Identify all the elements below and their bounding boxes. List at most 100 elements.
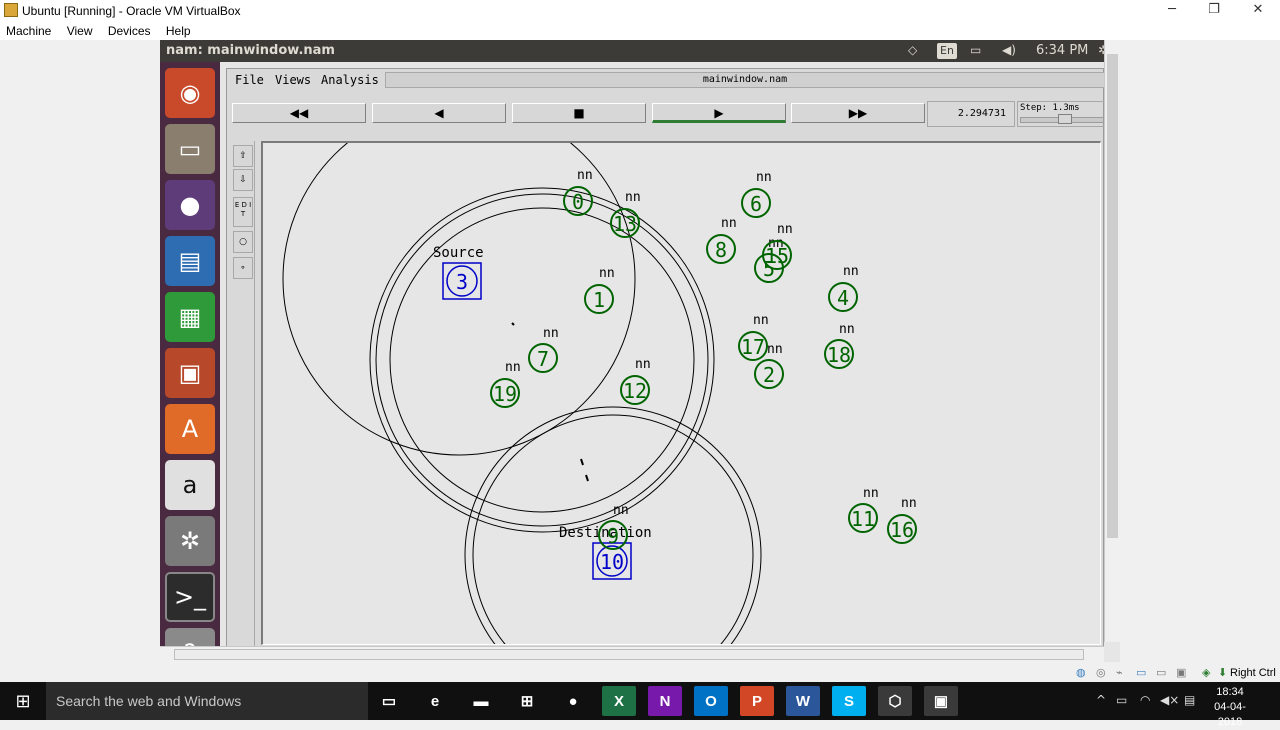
guest-horizontal-scrollbar[interactable] bbox=[160, 646, 1104, 662]
svg-text:2: 2 bbox=[763, 363, 775, 387]
network-canvas[interactable]: Source Destination 3 10 nn 0 nn 13 nn 6 … bbox=[261, 141, 1101, 645]
back-button[interactable]: ◀ bbox=[372, 103, 506, 123]
file-explorer-button[interactable]: ▬ bbox=[464, 686, 498, 716]
step-slider-knob[interactable] bbox=[1058, 114, 1072, 124]
terminal-icon[interactable]: >_ bbox=[165, 572, 215, 622]
wifi-icon[interactable]: ◇ bbox=[908, 43, 917, 57]
display-icon[interactable]: ▣ bbox=[1176, 666, 1186, 679]
outlook-button[interactable]: O bbox=[694, 686, 728, 716]
edit-button[interactable]: E D I T bbox=[233, 197, 253, 227]
shared-folders-icon[interactable]: ▭ bbox=[1156, 666, 1166, 679]
svg-text:8: 8 bbox=[715, 238, 727, 262]
small-circle-tool-icon[interactable]: ∘ bbox=[233, 257, 253, 279]
nam-menu-analysis[interactable]: Analysis bbox=[321, 73, 379, 87]
zoom-out-icon[interactable]: ⇩ bbox=[233, 169, 253, 191]
menu-devices[interactable]: Devices bbox=[102, 22, 157, 38]
menu-help[interactable]: Help bbox=[160, 22, 197, 38]
node-19[interactable]: nn 19 bbox=[490, 360, 521, 408]
usb-icon[interactable]: ⌁ bbox=[1116, 666, 1123, 679]
step-slider[interactable]: Step: 1.3ms bbox=[1017, 101, 1105, 127]
node-17[interactable]: nn 17 bbox=[738, 313, 769, 361]
node-6[interactable]: nn 6 bbox=[741, 170, 772, 218]
calc-icon[interactable]: ▦ bbox=[165, 292, 215, 342]
nam-menu-views[interactable]: Views bbox=[275, 73, 311, 87]
virtualbox-button[interactable]: ⬡ bbox=[878, 686, 912, 716]
show-hidden-icons[interactable]: ^ bbox=[1096, 693, 1106, 707]
network-icon[interactable]: ▭ bbox=[1136, 666, 1146, 679]
svg-text:12: 12 bbox=[623, 379, 647, 403]
ubuntu-dash-icon[interactable]: ◉ bbox=[165, 68, 215, 118]
word-button[interactable]: W bbox=[786, 686, 820, 716]
mouse-integration-icon[interactable]: ◈ bbox=[1202, 666, 1210, 679]
keyboard-layout-indicator[interactable]: En bbox=[937, 43, 957, 59]
system-settings-icon[interactable]: ✲ bbox=[165, 516, 215, 566]
volume-tray-icon[interactable]: ◀× bbox=[1160, 693, 1179, 707]
excel-button[interactable]: X bbox=[602, 686, 636, 716]
task-view-button[interactable]: ▭ bbox=[372, 686, 406, 716]
menu-machine[interactable]: Machine bbox=[0, 22, 57, 38]
svg-text:nn: nn bbox=[613, 503, 629, 518]
node-0[interactable]: nn 0 bbox=[563, 168, 593, 216]
guest-display[interactable]: nam: mainwindow.nam ◇ En ▭ ◀) 6:34 PM ✲ … bbox=[160, 40, 1120, 662]
vertical-scroll-thumb[interactable] bbox=[1107, 54, 1118, 538]
node-3[interactable]: 3 bbox=[442, 262, 482, 300]
taskbar-clock[interactable]: 18:34 04-04-2018 bbox=[1206, 685, 1254, 730]
wifi-tray-icon[interactable]: ◠ bbox=[1140, 693, 1150, 707]
disk-icon[interactable]: ◍ bbox=[1076, 666, 1086, 679]
tool-column: ⇧ ⇩ E D I T ○ ∘ bbox=[231, 141, 255, 651]
node-1[interactable]: nn 1 bbox=[584, 266, 615, 314]
guest-vertical-scrollbar[interactable] bbox=[1104, 40, 1120, 642]
node-15[interactable]: nn 15 bbox=[762, 222, 793, 270]
node-12[interactable]: nn 12 bbox=[620, 357, 651, 405]
windows-taskbar: ⊞ Search the web and Windows ▭ e ▬ ⊞ ● X N O P W S… bbox=[0, 682, 1280, 728]
restore-button[interactable]: ❐ bbox=[1192, 2, 1236, 20]
horizontal-scroll-thumb[interactable] bbox=[174, 649, 1084, 660]
source-label: Source bbox=[433, 245, 484, 261]
software-center-icon[interactable]: A bbox=[165, 404, 215, 454]
node-9[interactable]: nn 11 bbox=[848, 486, 879, 533]
firefox-button[interactable]: ● bbox=[556, 686, 590, 716]
fast-forward-button[interactable]: ▶▶ bbox=[791, 103, 925, 123]
node-16[interactable]: nn 16 bbox=[887, 496, 917, 544]
node-13[interactable]: nn 13 bbox=[610, 190, 641, 238]
amazon-icon[interactable]: a bbox=[165, 460, 215, 510]
ubuntu-top-panel: nam: mainwindow.nam ◇ En ▭ ◀) 6:34 PM ✲ bbox=[160, 40, 1120, 62]
app-button[interactable]: ▣ bbox=[924, 686, 958, 716]
edge-button[interactable]: e bbox=[418, 686, 452, 716]
battery-tray-icon[interactable]: ▭ bbox=[1116, 693, 1127, 707]
powerpoint-button[interactable]: P bbox=[740, 686, 774, 716]
impress-icon[interactable]: ▣ bbox=[165, 348, 215, 398]
close-button[interactable]: ✕ bbox=[1236, 2, 1280, 20]
menu-view[interactable]: View bbox=[61, 22, 99, 38]
zoom-in-icon[interactable]: ⇧ bbox=[233, 145, 253, 167]
taskbar-search[interactable]: Search the web and Windows bbox=[46, 682, 368, 720]
firefox-icon[interactable]: ● bbox=[165, 180, 215, 230]
store-button[interactable]: ⊞ bbox=[510, 686, 544, 716]
minimize-button[interactable]: ─ bbox=[1150, 2, 1194, 20]
node-8[interactable]: nn 8 bbox=[706, 216, 737, 264]
svg-text:nn: nn bbox=[543, 326, 559, 341]
node-10[interactable]: nn 9 bbox=[598, 503, 629, 550]
node-7[interactable]: nn 7 bbox=[528, 326, 559, 373]
notifications-icon[interactable]: ▤ bbox=[1184, 693, 1195, 707]
stop-button[interactable]: ■ bbox=[512, 103, 646, 123]
panel-clock[interactable]: 6:34 PM bbox=[1036, 43, 1088, 58]
files-icon[interactable]: ▭ bbox=[165, 124, 215, 174]
rewind-button[interactable]: ◀◀ bbox=[232, 103, 366, 123]
vb-title-bar: Ubuntu [Running] - Oracle VM VirtualBox … bbox=[0, 0, 1280, 22]
writer-icon[interactable]: ▤ bbox=[165, 236, 215, 286]
battery-icon[interactable]: ▭ bbox=[970, 43, 981, 57]
svg-text:nn: nn bbox=[635, 357, 651, 372]
skype-button[interactable]: S bbox=[832, 686, 866, 716]
node-4[interactable]: nn 4 bbox=[828, 264, 859, 312]
start-button[interactable]: ⊞ bbox=[0, 682, 46, 720]
nam-menu-file[interactable]: File bbox=[235, 73, 264, 87]
optical-drive-icon[interactable]: ◎ bbox=[1096, 666, 1106, 679]
onenote-button[interactable]: N bbox=[648, 686, 682, 716]
clock-time: 18:34 bbox=[1216, 686, 1244, 698]
svg-text:nn: nn bbox=[625, 190, 641, 205]
play-button[interactable]: ▶ bbox=[652, 103, 786, 123]
circle-tool-icon[interactable]: ○ bbox=[233, 231, 253, 253]
node-18[interactable]: nn 18 bbox=[824, 322, 855, 369]
volume-icon[interactable]: ◀) bbox=[1002, 43, 1016, 57]
